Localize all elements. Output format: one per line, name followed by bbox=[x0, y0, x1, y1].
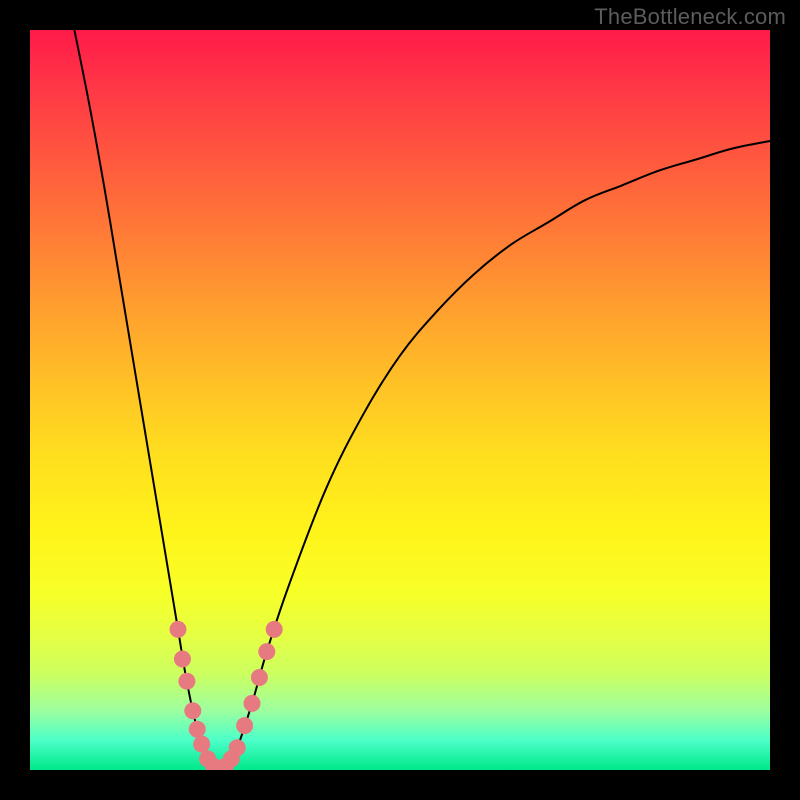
data-marker bbox=[170, 621, 187, 638]
data-marker bbox=[174, 651, 191, 668]
watermark-text: TheBottleneck.com bbox=[594, 4, 786, 30]
data-marker bbox=[229, 739, 246, 756]
data-marker bbox=[178, 673, 195, 690]
marker-group bbox=[170, 621, 283, 770]
data-marker bbox=[189, 721, 206, 738]
data-marker bbox=[258, 643, 275, 660]
curves-svg bbox=[30, 30, 770, 770]
curve-right-branch bbox=[222, 141, 770, 770]
chart-frame: TheBottleneck.com bbox=[0, 0, 800, 800]
plot-area bbox=[30, 30, 770, 770]
data-marker bbox=[251, 669, 268, 686]
data-marker bbox=[184, 702, 201, 719]
curve-left-branch bbox=[74, 30, 222, 770]
data-marker bbox=[193, 736, 210, 753]
data-marker bbox=[266, 621, 283, 638]
data-marker bbox=[236, 717, 253, 734]
data-marker bbox=[244, 695, 261, 712]
